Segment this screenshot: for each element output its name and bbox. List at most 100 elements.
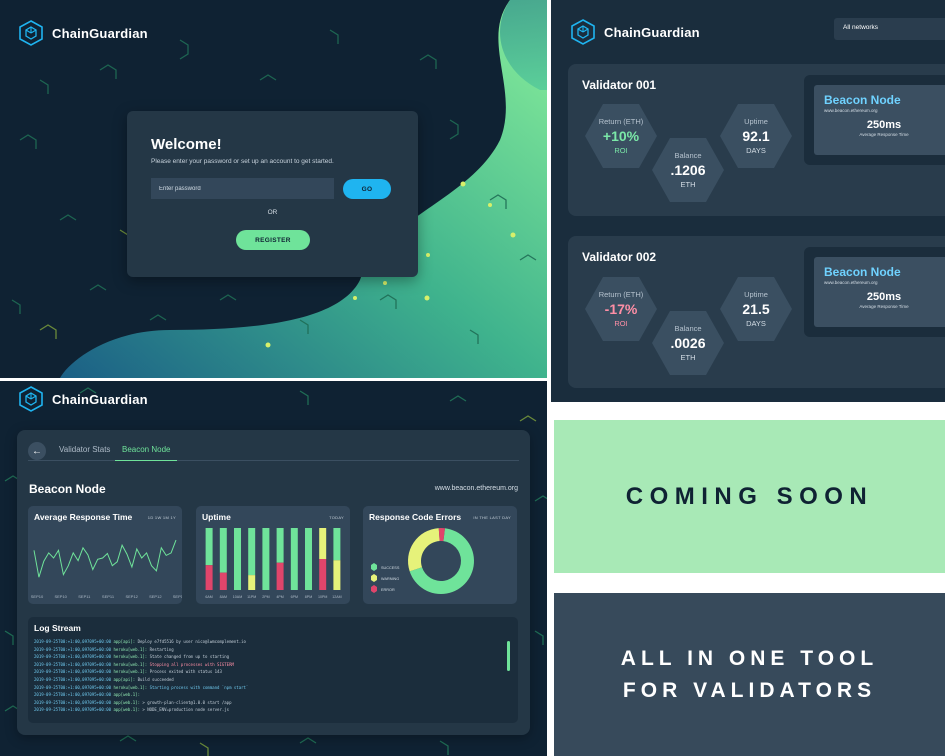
uptime-value: 92.1 [742,128,770,144]
tab-beacon-node[interactable]: Beacon Node [122,445,170,454]
balance-value: .0026 [670,335,706,351]
return-label: Return (ETH) [598,117,644,126]
brand: ChainGuardian [18,386,148,412]
log-timestamp: 2019-09-25T00:+1:00,097095+00:00 [34,661,114,667]
balance-unit: ETH [680,180,696,189]
uptime-bar-success [262,528,270,590]
log-source: heroku[web.1]: [113,684,150,690]
uptime-chart: 6AM 8AM 10AM 11PM 2PM 4PM 6PM 8PM 10PM 12AM [205,528,342,599]
balance-label: Balance [674,324,702,333]
welcome-subtitle: Please enter your password or set up an … [151,158,334,165]
x-tick-label: SEP12 [125,594,138,599]
x-tick-label: 6AM [205,595,212,599]
uptime-bar-error [205,565,213,590]
log-timestamp: 2019-09-25T00:+1:00,097095+00:00 [34,654,114,660]
cube-hexagon-icon [19,386,43,412]
x-tick-label: 10AM [233,595,242,599]
log-line: 2019-09-25T00:+1:00,097095+00:00 heroku[… [34,668,512,676]
beacon-url: www.beacon.ethereum.org [434,485,518,492]
log-source: app[api]: [113,639,138,644]
log-line: 2019-09-25T00:+1:00,097095+00:00 app[web… [34,691,512,699]
roi-hexagon: Return (ETH) +10% ROI [585,104,657,168]
log-source: app[web.1]: [113,699,143,705]
beacon-url: www.beacon.ethereum.org [824,280,878,285]
uptime-bar-success [290,528,298,590]
legend-label: WARNING [381,577,399,581]
network-select[interactable]: All networks [834,18,945,40]
log-timestamp: 2019-09-25T00:+1:00,097095+00:00 [34,639,114,644]
active-tab-underline [115,460,177,461]
uptime-bar-success [333,528,341,561]
beacon-node-box[interactable]: Beacon Node www.beacon.ethereum.org 250m… [804,75,945,165]
balance-value: .1206 [670,162,706,178]
brand-name: ChainGuardian [52,25,148,41]
screenshot-collage: ChainGuardian Welcome! Please enter your… [0,0,945,756]
log-message: Process exited with status 143 [149,669,222,675]
validator-card[interactable]: Validator 001 Return (ETH) +10% ROI Bala… [568,64,945,216]
validator-card[interactable]: Validator 002 Return (ETH) -17% ROI Bala… [568,236,945,388]
tagline-line-2: FOR VALIDATORS [622,678,877,702]
uptime-bar-error [319,559,327,590]
beacon-response-ms: 250ms [866,119,902,131]
uptime-card: Uptime TODAY 6AM 8AM 10AM 11PM 2PM 4PM 6PM 8PM 1… [196,506,350,604]
x-tick-label: SEP11 [102,594,115,599]
uptime-label: Uptime [744,117,768,126]
log-message: State changed from up to starting [149,654,230,660]
log-timestamp: 2019-09-25T00:+1:00,097095+00:00 [34,676,114,682]
x-tick-label: SEP13 [173,594,182,599]
x-tick-label: 11PM [247,595,256,599]
x-tick-label: 2PM [262,595,269,599]
beacon-node-box[interactable]: Beacon Node www.beacon.ethereum.org 250m… [804,247,945,337]
uptime-bar-success [205,528,213,566]
beacon-node-card: Beacon Node www.beacon.ethereum.org 250m… [814,85,945,155]
uptime-bar-warning [333,560,341,590]
dashboard-card: ← Validator Stats Beacon Node Beacon Nod… [17,430,530,735]
balance-label: Balance [674,151,702,160]
log-source: heroku[web.1]: [113,661,150,667]
log-line: 2019-09-25T00:+1:00,097095+00:00 heroku[… [34,661,512,669]
tagline-line-1: ALL IN ONE TOOL [620,646,879,670]
uptime-bar-error [276,562,284,590]
or-divider: OR [267,209,278,216]
response-errors-chart: SUCCESS WARNING ERROR [371,528,474,595]
legend-hexagon-icon [371,585,377,593]
log-line: 2019-09-25T00:+1:00,097095+00:00 app[api… [34,676,512,684]
log-source: app[api]: [113,676,138,682]
balance-hexagon: Balance .1206 ETH [652,138,724,202]
log-timestamp: 2019-09-25T00:+1:00,097095+00:00 [34,699,114,705]
log-line: 2019-09-25T00:+1:00,097095+00:00 heroku[… [34,646,512,654]
page-title: Beacon Node [29,482,106,496]
tab-validator-stats[interactable]: Validator Stats [59,445,110,454]
uptime-bar-warning [248,575,256,590]
uptime-label: Uptime [744,290,768,299]
uptime-bar-success [276,528,284,563]
log-line: 2019-09-25T00:+1:00,097095+00:00 app[api… [34,638,512,646]
response-errors-card: Response Code Errors IN THE LAST DAY SUC… [363,506,517,604]
uptime-bar-success [248,528,256,576]
beacon-response-ms: 250ms [866,291,902,303]
donut-slice-warning [407,528,440,572]
password-input[interactable] [151,178,334,199]
beacon-node-card: Beacon Node www.beacon.ethereum.org 250m… [814,257,945,327]
go-button[interactable]: GO [343,179,391,199]
register-button[interactable]: REGISTER [236,230,310,250]
x-tick-label: SEP11 [78,594,91,599]
log-stream[interactable]: Log Stream 2019-09-25T00:+1:00,097095+00… [28,617,518,723]
log-timestamp: 2019-09-25T00:+1:00,097095+00:00 [34,692,114,698]
response-time-line [33,539,177,578]
return-value: -17% [604,301,638,317]
beacon-response-caption: Average Response Time [859,132,909,137]
x-tick-label: 6PM [291,595,298,599]
uptime-bar-error [219,572,227,590]
log-line: 2019-09-25T00:+1:00,097095+00:00 app[web… [34,706,512,714]
log-scrollbar[interactable] [507,641,510,671]
cube-hexagon-icon [571,19,595,45]
log-source: heroku[web.1]: [113,646,150,652]
brand-name: ChainGuardian [52,391,148,407]
back-arrow-icon[interactable]: ← [28,442,46,460]
beacon-title: Beacon Node [824,93,901,107]
uptime-bar-success [305,528,312,590]
legend-label: ERROR [381,588,395,592]
tab-divider [28,460,519,461]
log-stream-title: Log Stream [34,623,81,633]
